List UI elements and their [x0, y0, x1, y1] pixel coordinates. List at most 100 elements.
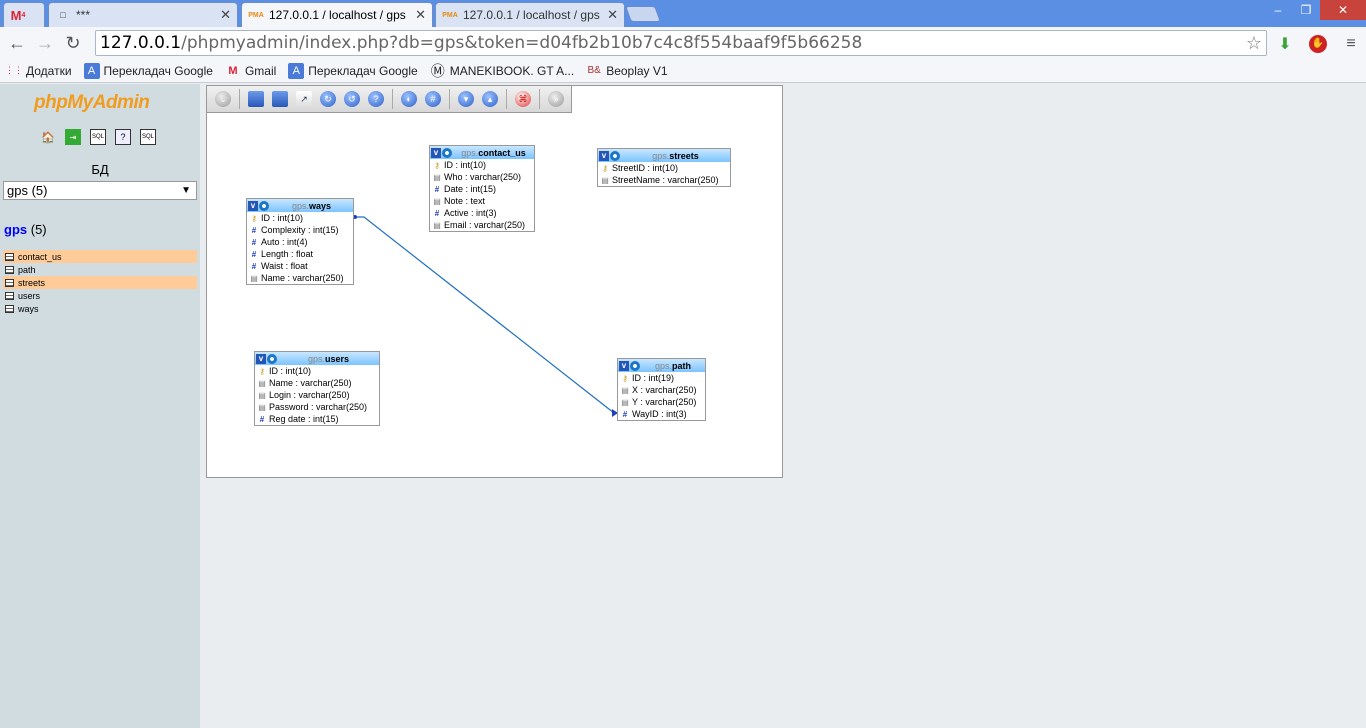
designer-table-streets[interactable]: v gps.streets ⚷ StreetID : int(10) ▤ StreetNa…	[597, 148, 731, 187]
toggle-small-big-icon[interactable]: ▴	[482, 91, 498, 107]
db-title[interactable]: gps (5)	[4, 222, 47, 237]
help-icon[interactable]: ?	[368, 91, 384, 107]
toggle-relation-lines-icon[interactable]: »	[548, 91, 564, 107]
table-column-row[interactable]: ⚷ ID : int(10)	[430, 159, 534, 171]
table-options-icon[interactable]	[259, 200, 269, 211]
sql-query-icon[interactable]: SQL	[90, 129, 106, 145]
create-relation-icon[interactable]: ↗	[296, 91, 312, 107]
table-header[interactable]: v gps.streets	[598, 149, 730, 162]
reload-button[interactable]: ↻	[59, 29, 87, 57]
table-options-icon[interactable]	[442, 147, 452, 158]
table-column-row[interactable]: # Date : int(15)	[430, 183, 534, 195]
table-column-row[interactable]: ▤ Who : varchar(250)	[430, 171, 534, 183]
angular-links-icon[interactable]: ↺	[344, 91, 360, 107]
toggle-columns-icon[interactable]: v	[599, 150, 609, 161]
reload-icon[interactable]: ↻	[320, 91, 336, 107]
table-column-row[interactable]: # Active : int(3)	[430, 207, 534, 219]
back-button[interactable]: ←	[3, 29, 31, 57]
url-path: /phpmyadmin/index.php?db=gps&token=d04fb…	[181, 33, 863, 53]
table-options-icon[interactable]	[267, 353, 277, 364]
tab-gmail[interactable]: M4	[3, 2, 45, 27]
table-column-row[interactable]: ▤ Name : varchar(250)	[247, 272, 353, 284]
table-column-row[interactable]: # Complexity : int(15)	[247, 224, 353, 236]
table-column-row[interactable]: # Auto : int(4)	[247, 236, 353, 248]
toggle-toolbar-icon[interactable]: ⌄	[215, 91, 231, 107]
column-definition: StreetName : varchar(250)	[612, 175, 719, 185]
table-list-item[interactable]: path	[3, 263, 197, 276]
exit-icon[interactable]: ⇥	[65, 129, 81, 145]
table-list-item[interactable]: ways	[3, 302, 197, 315]
bookmark-label: MANEKIBOOK. GT A...	[449, 63, 575, 78]
table-column-row[interactable]: ▤ Note : text	[430, 195, 534, 207]
table-column-row[interactable]: ▤ Name : varchar(250)	[255, 377, 379, 389]
table-header[interactable]: v gps.users	[255, 352, 379, 365]
designer-table-contact-us[interactable]: v gps.contact_us ⚷ ID : int(10) ▤ Who : varch…	[429, 145, 535, 232]
adblock-extension-icon[interactable]: ✋	[1307, 33, 1329, 55]
close-tab-icon[interactable]: ✕	[220, 7, 231, 23]
table-column-row[interactable]: ▤ Login : varchar(250)	[255, 389, 379, 401]
designer-table-path[interactable]: v gps.path ⚷ ID : int(19) ▤ X : varchar(250) ▤…	[617, 358, 706, 421]
create-table-icon[interactable]	[272, 91, 288, 107]
table-list-item[interactable]: users	[3, 289, 197, 302]
forward-button[interactable]: →	[31, 29, 59, 57]
table-column-row[interactable]: ▤ Y : varchar(250)	[618, 396, 705, 408]
table-column-row[interactable]: # Waist : float	[247, 260, 353, 272]
restore-button[interactable]: ❐	[1292, 0, 1320, 20]
download-extension-icon[interactable]: ⬇	[1274, 33, 1296, 55]
close-tab-icon[interactable]: ✕	[415, 7, 426, 23]
bookmark-manekibook[interactable]: Ⓜ MANEKIBOOK. GT A...	[424, 63, 580, 79]
tab-blank[interactable]: □ *** ✕	[48, 2, 238, 27]
tab-pma-active[interactable]: PMA 127.0.0.1 / localhost / gps ✕	[241, 2, 433, 27]
table-column-row[interactable]: # WayID : int(3)	[618, 408, 705, 420]
table-header[interactable]: v gps.path	[618, 359, 705, 372]
table-options-icon[interactable]	[630, 360, 640, 371]
toggle-columns-icon[interactable]: v	[256, 353, 266, 364]
table-column-row[interactable]: ▤ Password : varchar(250)	[255, 401, 379, 413]
sql-docs-icon[interactable]: SQL	[140, 129, 156, 145]
tab-pma[interactable]: PMA 127.0.0.1 / localhost / gps ✕	[435, 2, 625, 27]
toggle-columns-icon[interactable]: v	[248, 200, 258, 211]
table-column-row[interactable]: ⚷ ID : int(10)	[247, 212, 353, 224]
table-column-row[interactable]: ▤ StreetName : varchar(250)	[598, 174, 730, 186]
table-column-row[interactable]: ▤ Email : varchar(250)	[430, 219, 534, 231]
export-pdf-icon[interactable]: ⌘	[515, 91, 531, 107]
table-options-icon[interactable]	[610, 150, 620, 161]
table-header[interactable]: v gps.contact_us	[430, 146, 534, 159]
save-position-icon[interactable]	[248, 91, 264, 107]
bookmark-translate-2[interactable]: A Перекладач Google	[282, 62, 423, 79]
bookmark-translate[interactable]: A Перекладач Google	[78, 62, 219, 79]
bookmark-star-icon[interactable]: ☆	[1246, 33, 1262, 54]
toggle-columns-icon[interactable]: v	[431, 147, 441, 158]
db-select[interactable]: gps (5) ▼	[3, 181, 197, 200]
help-icon[interactable]: ?	[115, 129, 131, 145]
table-list-item[interactable]: contact_us	[3, 250, 197, 263]
address-bar[interactable]: 127.0.0.1/phpmyadmin/index.php?db=gps&to…	[95, 30, 1267, 56]
bookmark-beoplay[interactable]: B& Beoplay V1	[580, 63, 673, 79]
close-window-button[interactable]: ✕	[1320, 0, 1366, 20]
bookmark-gmail[interactable]: M Gmail	[219, 63, 282, 79]
close-tab-icon[interactable]: ✕	[607, 7, 618, 23]
table-column-row[interactable]: # Length : float	[247, 248, 353, 260]
designer-table-users[interactable]: v gps.users ⚷ ID : int(10) ▤ Name : varchar(2…	[254, 351, 380, 426]
table-column-row[interactable]: ⚷ ID : int(19)	[618, 372, 705, 384]
table-header[interactable]: v gps.ways	[247, 199, 353, 212]
minimize-button[interactable]: –	[1264, 0, 1292, 20]
home-icon[interactable]: 🏠	[40, 129, 56, 145]
designer-table-ways[interactable]: v gps.ways ⚷ ID : int(10) # Complexity : int(…	[246, 198, 354, 285]
table-column-row[interactable]: ⚷ StreetID : int(10)	[598, 162, 730, 174]
phpmyadmin-logo[interactable]: phpMyAdmin	[34, 92, 150, 114]
column-definition: Email : varchar(250)	[444, 220, 526, 230]
show-all-icon[interactable]: ◐	[401, 91, 417, 107]
table-db-prefix: gps.	[307, 353, 325, 364]
table-column-row[interactable]: # Reg date : int(15)	[255, 413, 379, 425]
dropdown-arrow-icon: ▼	[181, 185, 191, 196]
small-big-all-icon[interactable]: ▾	[458, 91, 474, 107]
toggle-grid-icon[interactable]: #	[425, 91, 441, 107]
table-column-row[interactable]: ▤ X : varchar(250)	[618, 384, 705, 396]
new-tab-button[interactable]	[625, 6, 661, 22]
toggle-columns-icon[interactable]: v	[619, 360, 629, 371]
bookmark-apps[interactable]: ⋮⋮ Додатки	[0, 63, 78, 79]
table-column-row[interactable]: ⚷ ID : int(10)	[255, 365, 379, 377]
table-list-item[interactable]: streets	[3, 276, 197, 289]
menu-icon[interactable]: ≡	[1340, 33, 1362, 55]
